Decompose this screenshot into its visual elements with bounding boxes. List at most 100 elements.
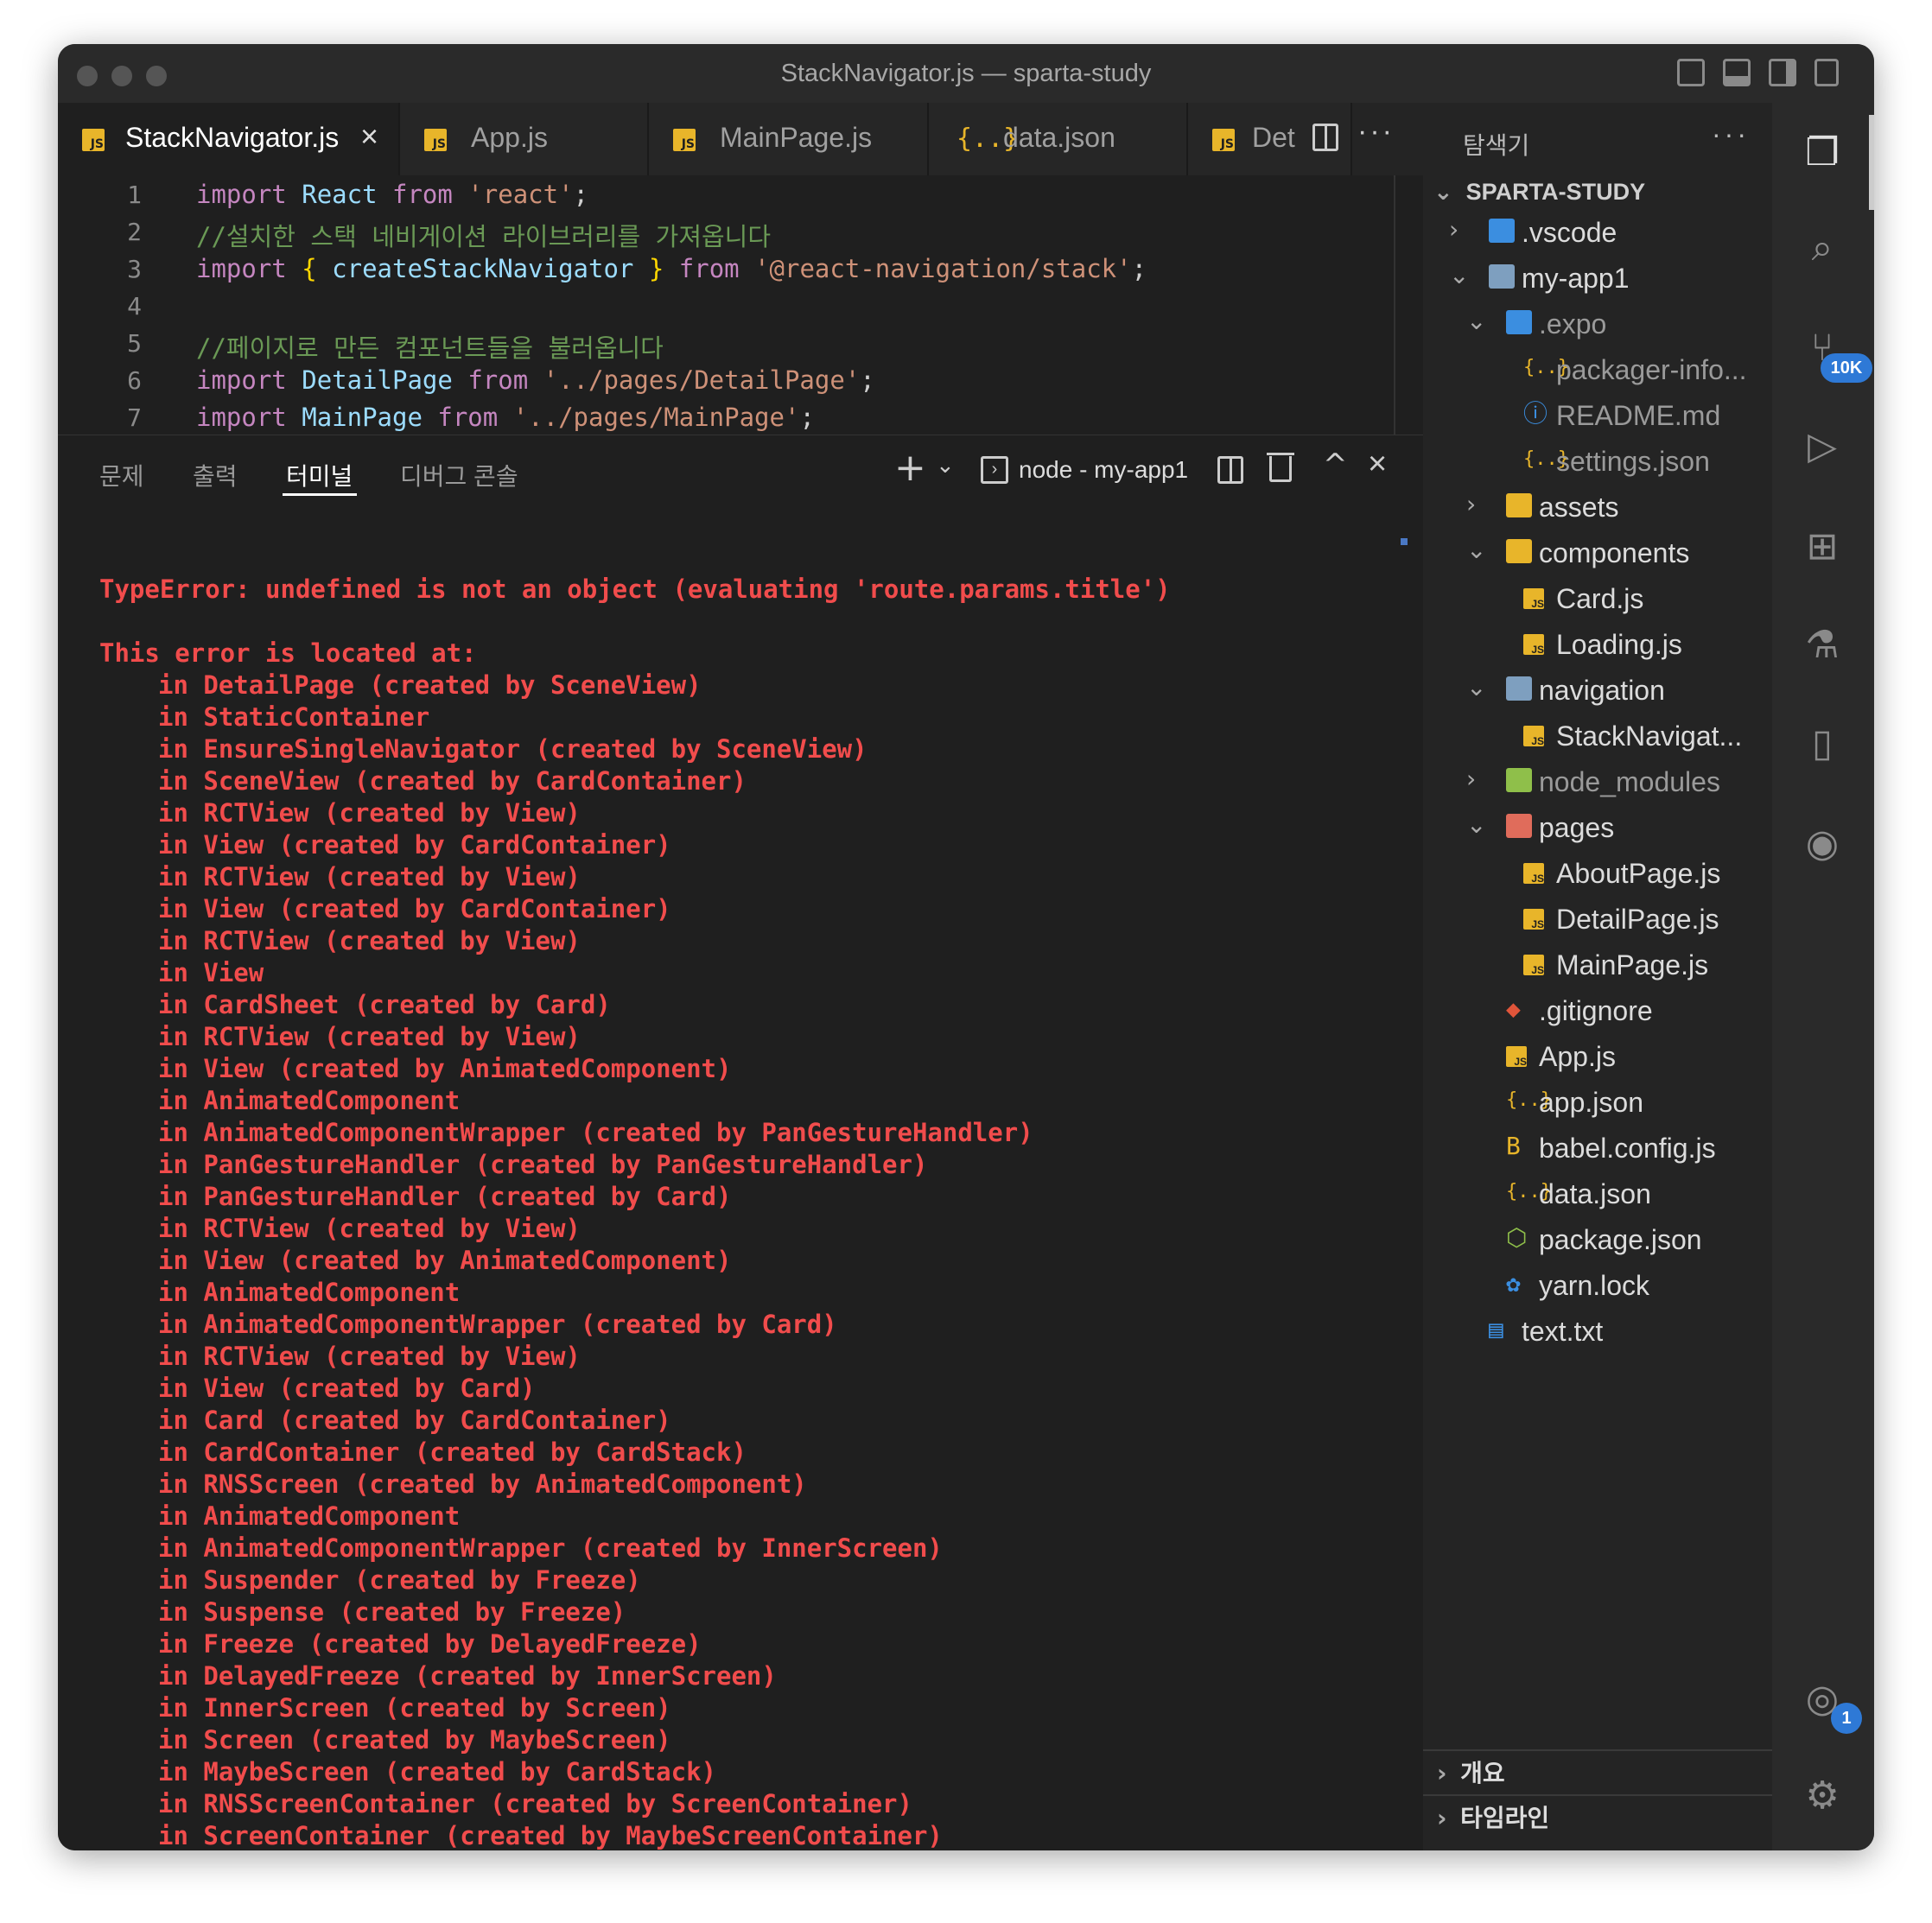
close-icon[interactable]: × xyxy=(360,118,378,155)
file-tree-label: DetailPage.js xyxy=(1556,904,1719,935)
close-panel-icon[interactable]: × xyxy=(1368,446,1387,483)
panel-tab-problems[interactable]: 문제 xyxy=(99,458,144,492)
stack-trace-line: in View (created by CardContainer) xyxy=(158,830,671,860)
vscode-window: StackNavigator.js — sparta-study JS Stac… xyxy=(58,44,1874,1850)
file-tree-item[interactable]: {..} packager-info... xyxy=(1423,351,1769,390)
timeline-label: 타임라인 xyxy=(1460,1805,1550,1831)
panel-tab-output[interactable]: 출력 xyxy=(193,458,238,492)
file-tree-item[interactable]: ◆ .gitignore xyxy=(1423,992,1769,1031)
file-tree-item[interactable]: JS AboutPage.js xyxy=(1423,854,1769,894)
explorer-title: 탐색기 xyxy=(1463,132,1530,159)
split-editor-icon[interactable] xyxy=(1312,124,1338,151)
gear-icon[interactable]: ⚙ xyxy=(1798,1772,1846,1820)
file-tree-item[interactable]: ⌄ components xyxy=(1423,534,1769,574)
stack-trace-line: in Suspender (created by Freeze) xyxy=(158,1565,641,1595)
pages-folder-icon xyxy=(1506,814,1532,838)
workspace-root[interactable]: ⌄ SPARTA-STUDY xyxy=(1433,179,1645,206)
stack-trace-line: in RCTView (created by View) xyxy=(158,862,581,892)
file-tree-item[interactable]: › assets xyxy=(1423,488,1769,528)
file-tree-item[interactable]: ⬡ package.json xyxy=(1423,1221,1769,1260)
trash-icon[interactable] xyxy=(1267,453,1294,482)
chevron-down-icon[interactable]: ⌄ xyxy=(1466,810,1486,839)
babel-icon: B xyxy=(1506,1132,1521,1160)
line-number: 5 xyxy=(127,329,142,358)
outline-section[interactable]: › 개요 xyxy=(1437,1755,1505,1789)
run-debug-icon[interactable]: ▷ xyxy=(1798,422,1846,471)
stack-trace-line: in AnimatedComponent xyxy=(158,1086,461,1115)
file-tree-item[interactable]: JS StackNavigat... xyxy=(1423,717,1769,757)
js-file-icon: JS xyxy=(673,129,696,151)
outline-label: 개요 xyxy=(1460,1760,1505,1787)
activity-bar: ❐ ⌕ ⑂ 10K ▷ ⊞ ⚗ ▯ ◉ ◎ 1 ⚙ xyxy=(1772,103,1874,1850)
explorer-icon[interactable]: ❐ xyxy=(1798,129,1846,177)
panel-tab-terminal[interactable]: 터미널 xyxy=(286,458,353,492)
code-text: import { createStackNavigator } from '@r… xyxy=(196,254,1147,283)
error-location-heading: This error is located at: xyxy=(99,638,477,668)
code-editor[interactable]: 1 import React from 'react'; 2 //설치한 스택 … xyxy=(58,175,1427,441)
tab-app[interactable]: JS App.js xyxy=(400,103,649,175)
workspace-root-label: SPARTA-STUDY xyxy=(1465,179,1646,205)
stack-trace-line: in ScreenContainer (created by MaybeScre… xyxy=(158,1821,943,1850)
tab-mainpage[interactable]: JS MainPage.js xyxy=(649,103,929,175)
notebook-icon[interactable]: ▯ xyxy=(1798,720,1846,768)
stack-trace-line: in Freeze (created by DelayedFreeze) xyxy=(158,1629,702,1659)
terminal-name[interactable]: node - my-app1 xyxy=(1019,456,1188,484)
file-tree-item[interactable]: ⌄ pages xyxy=(1423,809,1769,848)
customize-layout-icon[interactable] xyxy=(1814,59,1839,86)
chevron-down-icon[interactable]: ⌄ xyxy=(1466,536,1486,564)
stack-trace-line: in View xyxy=(158,958,264,987)
split-terminal-icon[interactable] xyxy=(1217,456,1243,484)
toggle-primary-sidebar-icon[interactable] xyxy=(1677,59,1705,86)
file-tree-item[interactable]: {..} data.json xyxy=(1423,1175,1769,1215)
file-tree-item[interactable]: ⌄ navigation xyxy=(1423,671,1769,711)
file-tree-item[interactable]: › .vscode xyxy=(1423,213,1769,253)
timeline-section[interactable]: › 타임라인 xyxy=(1437,1799,1549,1834)
more-actions-icon[interactable]: ··· xyxy=(1357,115,1395,149)
chevron-down-icon[interactable]: ⌄ xyxy=(1466,673,1486,701)
file-tree-item[interactable]: ⌄ my-app1 xyxy=(1423,259,1769,299)
file-tree-item[interactable]: {..} settings.json xyxy=(1423,442,1769,482)
search-icon[interactable]: ⌕ xyxy=(1798,224,1846,272)
file-tree-item[interactable]: › node_modules xyxy=(1423,763,1769,803)
more-actions-icon[interactable]: ··· xyxy=(1712,118,1750,150)
panel-header: 문제 출력 터미널 디버그 콘솔 + ⌄ › node - my-app1 ^ … xyxy=(58,435,1423,510)
chevron-right-icon[interactable]: › xyxy=(1466,490,1476,518)
chevron-down-icon[interactable]: ⌄ xyxy=(1449,261,1469,289)
stack-trace-line: in Screen (created by MaybeScreen) xyxy=(158,1725,671,1755)
node-file-icon: ⬡ xyxy=(1506,1223,1528,1252)
file-tree-item[interactable]: JS Loading.js xyxy=(1423,625,1769,665)
file-tree-item[interactable]: JS Card.js xyxy=(1423,580,1769,619)
panel-tab-debug-console[interactable]: 디버그 콘솔 xyxy=(400,458,518,492)
folder-open-icon xyxy=(1489,264,1515,289)
new-terminal-icon[interactable]: + xyxy=(894,446,926,490)
chevron-right-icon[interactable]: › xyxy=(1449,215,1459,244)
tab-stacknavigator[interactable]: JS StackNavigator.js × xyxy=(58,103,400,175)
toggle-panel-icon[interactable] xyxy=(1723,59,1751,86)
testing-icon[interactable]: ⚗ xyxy=(1798,621,1846,670)
file-tree-item[interactable]: ✿ yarn.lock xyxy=(1423,1266,1769,1306)
file-tree-item[interactable]: JS App.js xyxy=(1423,1038,1769,1077)
maximize-panel-icon[interactable]: ^ xyxy=(1323,447,1348,482)
chevron-down-icon[interactable]: ⌄ xyxy=(1466,307,1486,335)
file-tree-item[interactable]: {..} app.json xyxy=(1423,1083,1769,1123)
error-message: TypeError: undefined is not an object (e… xyxy=(99,574,1171,604)
file-tree-item[interactable]: JS MainPage.js xyxy=(1423,946,1769,986)
file-tree-item[interactable]: ▤ text.txt xyxy=(1423,1312,1769,1352)
extensions-icon[interactable]: ⊞ xyxy=(1798,523,1846,571)
github-icon[interactable]: ◉ xyxy=(1798,820,1846,868)
tab-data-json[interactable]: {..} data.json xyxy=(929,103,1188,175)
stack-trace-line: in AnimatedComponentWrapper (created by … xyxy=(158,1310,837,1339)
file-tree-item[interactable]: Bbabel.config.js xyxy=(1423,1129,1769,1169)
chevron-down-icon[interactable]: ⌄ xyxy=(936,453,955,479)
file-tree-label: .vscode xyxy=(1522,217,1617,248)
file-tree-item[interactable]: JS DetailPage.js xyxy=(1423,900,1769,940)
file-tree-label: components xyxy=(1539,537,1690,568)
js-file-icon: JS xyxy=(1523,588,1544,610)
line-number: 1 xyxy=(127,181,142,209)
chevron-right-icon[interactable]: › xyxy=(1466,765,1476,793)
editor-scrollbar[interactable] xyxy=(1394,175,1395,435)
file-tree-item[interactable]: ⌄ .expo xyxy=(1423,305,1769,345)
toggle-secondary-sidebar-icon[interactable] xyxy=(1769,59,1796,86)
terminal-output[interactable]: TypeError: undefined is not an object (e… xyxy=(58,509,1423,1850)
file-tree-item[interactable]: ⓘ README.md xyxy=(1423,397,1769,436)
